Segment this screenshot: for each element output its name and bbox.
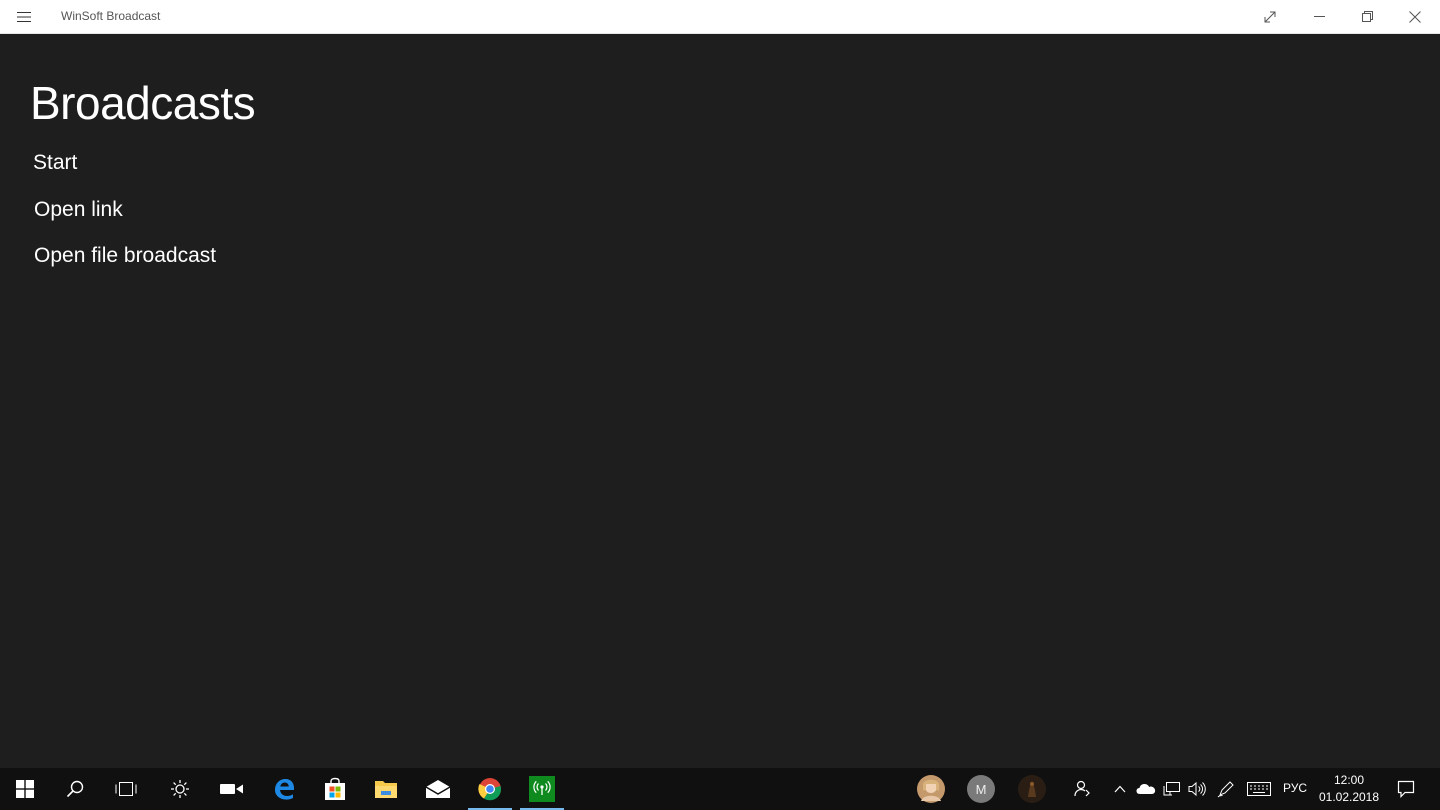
- edge-button[interactable]: [260, 768, 308, 810]
- taskbar: M РУС 12:00 01.02.2018: [0, 768, 1440, 810]
- network-icon: [1163, 781, 1181, 797]
- store-button[interactable]: [311, 768, 359, 810]
- windows-ink-button[interactable]: [1214, 768, 1238, 810]
- hamburger-menu-button[interactable]: [0, 0, 48, 33]
- notification-icon: [1397, 780, 1415, 798]
- start-button[interactable]: [1, 768, 49, 810]
- contact-avatar-initial[interactable]: M: [965, 768, 997, 810]
- search-button[interactable]: [51, 768, 99, 810]
- app-window: WinSoft Broadcast Broadcasts Start Open …: [0, 0, 1440, 768]
- onedrive-button[interactable]: [1134, 768, 1158, 810]
- mail-button[interactable]: [414, 768, 462, 810]
- pen-icon: [1217, 780, 1235, 798]
- file-explorer-icon: [374, 778, 398, 800]
- expand-icon: [1264, 11, 1276, 23]
- broadcast-app-button[interactable]: [518, 768, 566, 810]
- chrome-icon: [478, 777, 502, 801]
- nav-item-open-link[interactable]: Open link: [34, 198, 123, 222]
- page-title: Broadcasts: [30, 77, 256, 129]
- edge-icon: [272, 777, 296, 801]
- avatar: [917, 775, 945, 803]
- clock-time: 12:00: [1333, 773, 1365, 787]
- main-content: Broadcasts Start Open link Open file bro…: [0, 34, 1440, 768]
- camera-button[interactable]: [208, 768, 256, 810]
- broadcast-app-icon: [529, 776, 555, 802]
- avatar-initial: M: [975, 781, 987, 797]
- volume-icon: [1188, 781, 1206, 797]
- clock[interactable]: 12:00 01.02.2018: [1316, 772, 1382, 806]
- chrome-button[interactable]: [466, 768, 514, 810]
- minimize-icon: [1313, 11, 1325, 22]
- restore-icon: [1361, 11, 1373, 22]
- action-center-button[interactable]: [1392, 768, 1420, 810]
- people-icon: [1073, 780, 1091, 798]
- mail-icon: [425, 779, 451, 799]
- chevron-up-icon: [1114, 785, 1126, 793]
- contact-avatar-photo[interactable]: [914, 768, 948, 810]
- input-language[interactable]: РУС: [1283, 781, 1307, 795]
- full-screen-button[interactable]: [1246, 0, 1294, 33]
- nav-item-open-file-broadcast[interactable]: Open file broadcast: [34, 244, 216, 268]
- contact-avatar-dark[interactable]: [1016, 768, 1048, 810]
- close-button[interactable]: [1391, 0, 1439, 33]
- camera-icon: [220, 782, 244, 796]
- search-icon: [66, 780, 84, 798]
- close-icon: [1409, 10, 1421, 23]
- nav-item-start[interactable]: Start: [33, 151, 77, 175]
- show-hidden-icons-button[interactable]: [1110, 768, 1130, 810]
- clock-date: 01.02.2018: [1318, 790, 1380, 804]
- brightness-icon: [170, 779, 190, 799]
- people-button[interactable]: [1068, 768, 1096, 810]
- title-bar: WinSoft Broadcast: [0, 0, 1440, 34]
- task-view-icon: [115, 781, 137, 797]
- brightness-button[interactable]: [156, 768, 204, 810]
- store-icon: [323, 777, 347, 801]
- file-explorer-button[interactable]: [362, 768, 410, 810]
- window-title: WinSoft Broadcast: [61, 9, 161, 23]
- avatar: [1018, 775, 1046, 803]
- restore-button[interactable]: [1343, 0, 1391, 33]
- start-icon: [16, 780, 34, 798]
- network-button[interactable]: [1160, 768, 1184, 810]
- touch-keyboard-button[interactable]: [1246, 768, 1272, 810]
- hamburger-icon: [17, 11, 31, 23]
- keyboard-icon: [1247, 782, 1271, 796]
- cloud-icon: [1136, 783, 1156, 795]
- task-view-button[interactable]: [102, 768, 150, 810]
- volume-button[interactable]: [1185, 768, 1209, 810]
- minimize-button[interactable]: [1295, 0, 1343, 33]
